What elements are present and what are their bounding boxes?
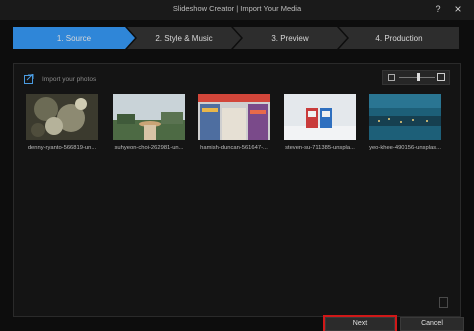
photo-caption: hamish-duncan-561647-... [200,145,268,151]
large-thumbnail-icon [437,73,445,81]
import-icon [24,74,34,84]
media-panel: Import your photos denny-ryanto-566819-u… [13,63,461,317]
step-source[interactable]: 1. Source [13,27,135,49]
photo-caption: denny-ryanto-566819-un... [27,145,97,151]
step-preview-label: 3. Preview [271,33,309,43]
photo-caption: steven-su-711385-unspla... [285,145,355,151]
photo-thumbnail[interactable] [369,94,441,140]
photo-item[interactable]: suhyeon-choi-262981-un... [111,94,187,151]
help-icon[interactable]: ? [432,3,444,16]
photo-thumbnail[interactable] [284,94,356,140]
photo-thumbnail[interactable] [198,94,270,140]
step-preview[interactable]: 3. Preview [233,27,347,49]
photo-caption: yeo-khee-490156-unsplas... [369,145,441,151]
cancel-button[interactable]: Cancel [400,317,464,331]
import-photos-label: Import your photos [42,75,97,83]
photo-item[interactable]: yeo-khee-490156-unsplas... [367,94,443,151]
import-photos-button[interactable]: Import your photos [24,73,96,85]
photo-thumbnail[interactable] [26,94,98,140]
photo-thumbnail[interactable] [113,94,185,140]
step-production-label: 4. Production [375,33,423,43]
small-thumbnail-icon [388,74,395,81]
photo-item[interactable]: steven-su-711385-unspla... [282,94,358,151]
step-style-music[interactable]: 2. Style & Music [127,27,241,49]
window-title: Slideshow Creator | Import Your Media [172,4,302,13]
step-style-music-label: 2. Style & Music [155,33,213,43]
wizard-steps: 1. Source 2. Style & Music 3. Preview 4.… [13,27,459,49]
next-button[interactable]: Next [323,315,397,331]
trash-icon[interactable] [439,297,448,308]
photo-grid: denny-ryanto-566819-un... suhyeon-choi-2… [24,94,454,174]
photo-item[interactable]: denny-ryanto-566819-un... [24,94,100,151]
thumbnail-size-slider[interactable] [382,70,450,85]
photo-caption: suhyeon-choi-262981-un... [114,145,184,151]
title-bar: Slideshow Creator | Import Your Media ? … [0,0,474,20]
close-icon[interactable]: × [452,3,464,16]
step-source-label: 1. Source [56,33,92,43]
slider-handle[interactable] [417,73,420,81]
photo-item[interactable]: hamish-duncan-561647-... [196,94,272,151]
step-production[interactable]: 4. Production [339,27,459,49]
